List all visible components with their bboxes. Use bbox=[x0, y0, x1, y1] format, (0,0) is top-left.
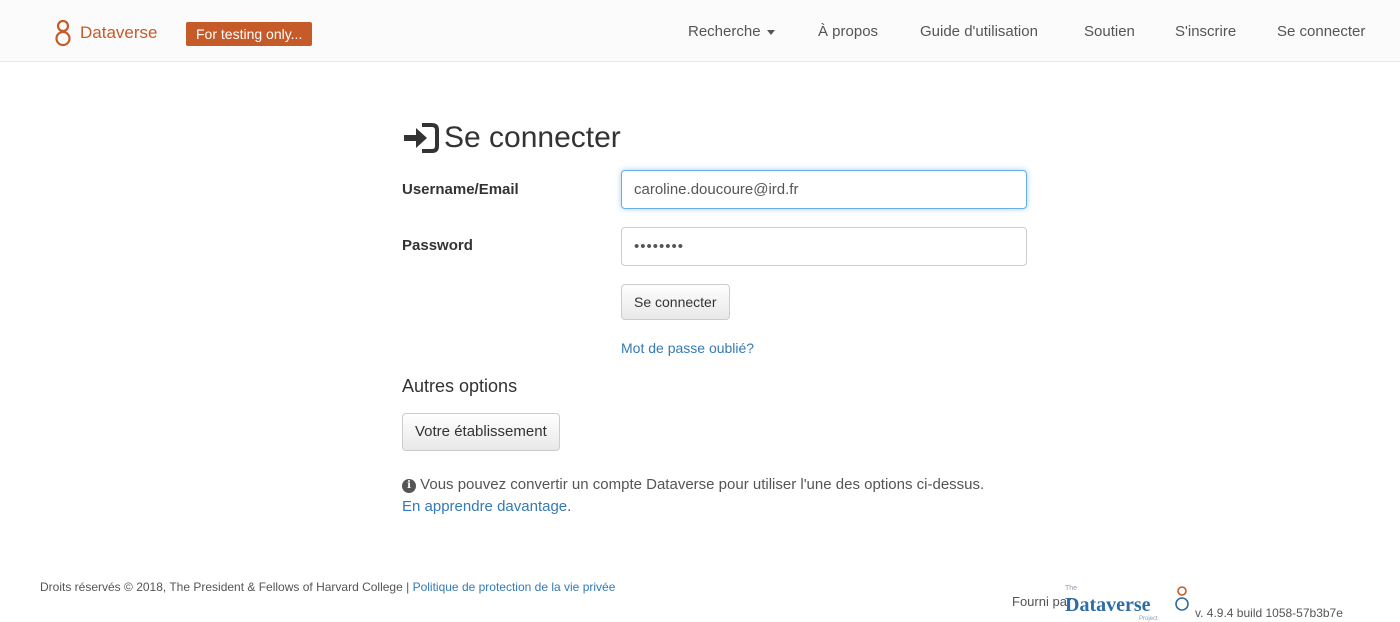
page-title-text: Se connecter bbox=[444, 121, 621, 154]
caret-down-icon bbox=[766, 29, 775, 35]
brand-name: Dataverse bbox=[80, 23, 158, 42]
nav-search-dropdown[interactable]: Recherche bbox=[688, 22, 775, 42]
nav-user-guide[interactable]: Guide d'utilisation bbox=[920, 22, 1038, 42]
username-input[interactable]: caroline.doucoure@ird.fr bbox=[621, 170, 1027, 209]
brand-link[interactable]: Dataverse bbox=[52, 19, 157, 47]
learn-more-link[interactable]: En apprendre davantage bbox=[402, 498, 567, 515]
nav-about[interactable]: À propos bbox=[818, 22, 878, 42]
forgot-password-link[interactable]: Mot de passe oublié? bbox=[621, 340, 754, 356]
version-text: v. 4.9.4 build 1058-57b3b7e bbox=[1195, 606, 1343, 620]
info-circle-icon: i bbox=[402, 479, 416, 493]
privacy-policy-link[interactable]: Politique de protection de la vie privée bbox=[413, 580, 616, 594]
username-label: Username/Email bbox=[402, 181, 519, 198]
powered-by-label: Fourni par bbox=[1012, 594, 1072, 609]
convert-account-info: i Vous pouvez convertir un compte Datave… bbox=[402, 476, 985, 515]
info-text: Vous pouvez convertir un compte Datavers… bbox=[420, 476, 985, 493]
page-title: Se connecter bbox=[402, 120, 621, 156]
nav-signup[interactable]: S'inscrire bbox=[1175, 22, 1236, 42]
footer-copyright: Droits réservés © 2018, The President & … bbox=[40, 580, 615, 594]
copyright-text: Droits réservés © 2018, The President & … bbox=[40, 580, 410, 594]
login-submit-button[interactable]: Se connecter bbox=[621, 284, 730, 320]
nav-support[interactable]: Soutien bbox=[1084, 22, 1135, 42]
sign-in-icon bbox=[404, 123, 439, 153]
svg-text:Dataverse: Dataverse bbox=[1065, 594, 1151, 616]
institution-login-button[interactable]: Votre établissement bbox=[402, 413, 560, 451]
password-input[interactable]: •••••••• bbox=[621, 227, 1027, 266]
footer-powered-by: Fourni par The Dataverse Project v. 4.9.… bbox=[1012, 582, 1392, 622]
dataverse-project-logo[interactable]: The Dataverse Project bbox=[1065, 582, 1195, 622]
top-navbar: Dataverse For testing only... Recherche … bbox=[0, 0, 1400, 62]
svg-text:Project: Project bbox=[1139, 616, 1158, 622]
testing-badge: For testing only... bbox=[186, 22, 313, 46]
dataverse-logo-icon bbox=[55, 19, 71, 47]
other-options-heading: Autres options bbox=[402, 376, 518, 396]
svg-text:The: The bbox=[1065, 585, 1077, 592]
nav-search-label: Recherche bbox=[688, 23, 761, 40]
password-label: Password bbox=[402, 237, 473, 254]
nav-login[interactable]: Se connecter bbox=[1277, 22, 1365, 42]
